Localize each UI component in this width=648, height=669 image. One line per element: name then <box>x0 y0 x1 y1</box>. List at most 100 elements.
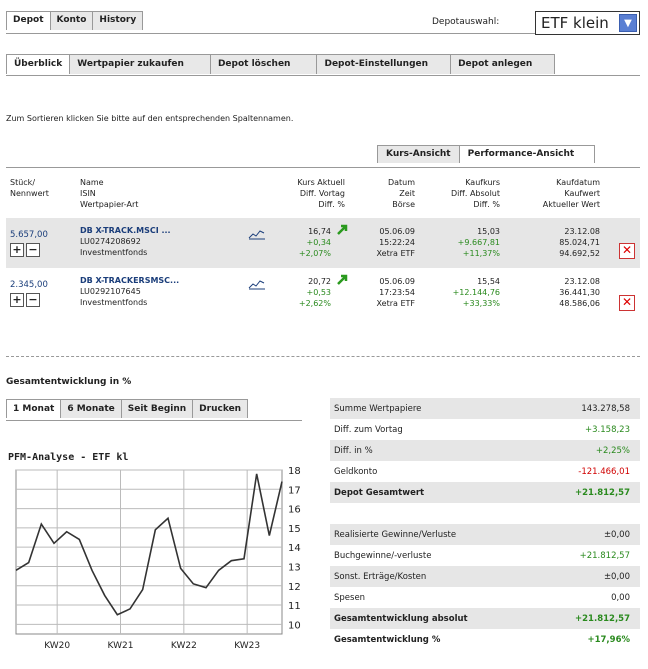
x-tick-label: KW20 <box>44 641 70 651</box>
summary-label: Summe Wertpapiere <box>334 403 422 414</box>
summary-value: +3.158,23 <box>585 424 630 435</box>
kurs-block: 20,72 +0,53 +2,62% <box>265 276 331 309</box>
kaufwert: 85.024,71 <box>559 238 600 247</box>
x-tick-label: KW23 <box>234 641 260 651</box>
tab-kurs-ansicht[interactable]: Kurs-Ansicht <box>377 145 460 163</box>
kaufdatum-block: 23.12.08 85.024,71 94.692,52 <box>510 226 600 259</box>
summary-row: Geldkonto -121.466,01 <box>330 461 640 482</box>
minus-button[interactable]: − <box>26 293 40 307</box>
header-label: Diff. Absolut <box>450 189 500 198</box>
tab-seit-beginn[interactable]: Seit Beginn <box>120 399 194 418</box>
security-name-link[interactable]: DB X-TRACK.MSCI ... <box>80 225 171 236</box>
header-label: Kaufdatum <box>556 178 600 187</box>
zeit: 15:22:24 <box>379 238 415 247</box>
performance-chart: 10 11 12 13 14 15 16 17 18 KW20 KW21 KW22 KW23 <box>15 466 301 651</box>
diff-pct: +2,07% <box>298 249 331 258</box>
tab-6-monate[interactable]: 6 Monate <box>60 399 122 418</box>
plus-button[interactable]: + <box>10 293 24 307</box>
summary-label: Realisierte Gewinne/Verluste <box>334 529 457 540</box>
y-tick-label: 15 <box>288 524 301 535</box>
diff-vortag: +0,53 <box>306 288 331 297</box>
divider <box>6 420 302 421</box>
tab-history[interactable]: History <box>92 11 144 30</box>
kaufkurs-block: 15,54 +12.144,76 +33,33% <box>420 276 500 309</box>
summary-value: +2,25% <box>595 445 630 456</box>
plus-button[interactable]: + <box>10 243 24 257</box>
col-header-datum[interactable]: Datum Zeit Börse <box>350 177 415 210</box>
boerse: Xetra ETF <box>376 249 415 258</box>
summary-value: -121.466,01 <box>578 466 630 477</box>
y-tick-label: 17 <box>288 485 301 496</box>
chevron-down-icon[interactable]: ▼ <box>619 14 637 32</box>
chart-icon[interactable] <box>248 278 266 293</box>
col-header-stueck[interactable]: Stück/ Nennwert <box>10 177 49 199</box>
kaufkurs: 15,54 <box>477 277 500 286</box>
security-name-link[interactable]: DB X-TRACKERSMSC... <box>80 275 179 286</box>
summary-value: +21.812,57 <box>575 613 630 624</box>
summary-label: Spesen <box>334 592 366 603</box>
trend-up-icon <box>337 224 348 238</box>
summary-label: Buchgewinne/-verluste <box>334 550 432 561</box>
header-label: Datum <box>387 178 415 187</box>
tab-ueberblick[interactable]: Überblick <box>6 54 71 74</box>
kaufdatum: 23.12.08 <box>564 277 600 286</box>
summary-label: Geldkonto <box>334 466 378 477</box>
col-header-name[interactable]: Name ISIN Wertpapier-Art <box>80 177 138 210</box>
aktueller-wert: 94.692,52 <box>559 249 600 258</box>
summary-row: Diff. zum Vortag +3.158,23 <box>330 419 640 440</box>
datum: 05.06.09 <box>379 227 415 236</box>
tab-wertpapier-zukaufen[interactable]: Wertpapier zukaufen <box>69 54 211 74</box>
header-label: Aktueller Wert <box>542 200 600 209</box>
tab-depot-anlegen[interactable]: Depot anlegen <box>450 54 556 74</box>
summary-label: Gesamtentwicklung absolut <box>334 613 468 624</box>
col-header-kaufkurs[interactable]: Kaufkurs Diff. Absolut Diff. % <box>420 177 500 210</box>
summary-row: Spesen 0,00 <box>330 587 640 608</box>
summary-row: Sonst. Erträge/Kosten ±0,00 <box>330 566 640 587</box>
summary-table: Summe Wertpapiere 143.278,58 Diff. zum Vor… <box>330 398 640 503</box>
header-label: Nennwert <box>10 189 49 198</box>
header-label: Diff. Vortag <box>299 189 345 198</box>
minus-button[interactable]: − <box>26 243 40 257</box>
header-label: Name <box>80 178 104 187</box>
security-type: Investmentfonds <box>80 248 148 257</box>
diff-pct: +2,62% <box>298 299 331 308</box>
boerse: Xetra ETF <box>376 299 415 308</box>
tab-konto[interactable]: Konto <box>49 11 94 30</box>
summary-row: Gesamtentwicklung absolut +21.812,57 <box>330 608 640 629</box>
y-tick-label: 13 <box>288 562 301 573</box>
view-tabs: Kurs-Ansicht Performance-Ansicht <box>377 145 596 163</box>
diff-absolut: +12.144,76 <box>452 288 500 297</box>
summary-row: Realisierte Gewinne/Verluste ±0,00 <box>330 524 640 545</box>
tab-performance-ansicht[interactable]: Performance-Ansicht <box>458 145 596 163</box>
divider <box>6 75 640 76</box>
col-header-kurs[interactable]: Kurs Aktuell Diff. Vortag Diff. % <box>265 177 345 210</box>
header-label: Diff. % <box>318 200 345 209</box>
tab-depot-loeschen[interactable]: Depot löschen <box>209 54 318 74</box>
summary-value: ±0,00 <box>603 571 630 582</box>
quantity-buttons: + − <box>10 243 42 257</box>
col-header-kaufdatum[interactable]: Kaufdatum Kaufwert Aktueller Wert <box>510 177 600 210</box>
tab-1-monat[interactable]: 1 Monat <box>6 399 62 418</box>
quantity-buttons: + − <box>10 293 42 307</box>
kaufdatum-block: 23.12.08 36.441,30 48.586,06 <box>510 276 600 309</box>
header-label: Stück/ <box>10 178 36 187</box>
kaufwert: 36.441,30 <box>559 288 600 297</box>
delete-icon[interactable]: ✕ <box>619 295 635 311</box>
delete-icon[interactable]: ✕ <box>619 243 635 259</box>
y-tick-label: 10 <box>288 620 301 631</box>
summary-value: +21.812,57 <box>575 487 630 498</box>
x-tick-label: KW21 <box>108 641 134 651</box>
divider <box>6 167 640 168</box>
datum: 05.06.09 <box>379 277 415 286</box>
header-label: Börse <box>392 200 415 209</box>
summary-value: +21.812,57 <box>579 550 630 561</box>
print-button[interactable]: Drucken <box>192 399 249 418</box>
tab-depot[interactable]: Depot <box>6 11 51 30</box>
security-info: DB X-TRACK.MSCI ... LU0274208692 Investm… <box>80 225 171 258</box>
depot-select[interactable]: ETF klein ▼ <box>535 11 640 35</box>
datum-block: 05.06.09 15:22:24 Xetra ETF <box>350 226 415 259</box>
sub-tabs: Überblick Wertpapier zukaufen Depot lösc… <box>6 54 556 74</box>
summary-table-2: Realisierte Gewinne/Verluste ±0,00 Buchgew… <box>330 524 640 650</box>
tab-depot-einstellungen[interactable]: Depot-Einstellungen <box>316 54 452 74</box>
chart-icon[interactable] <box>248 228 266 243</box>
